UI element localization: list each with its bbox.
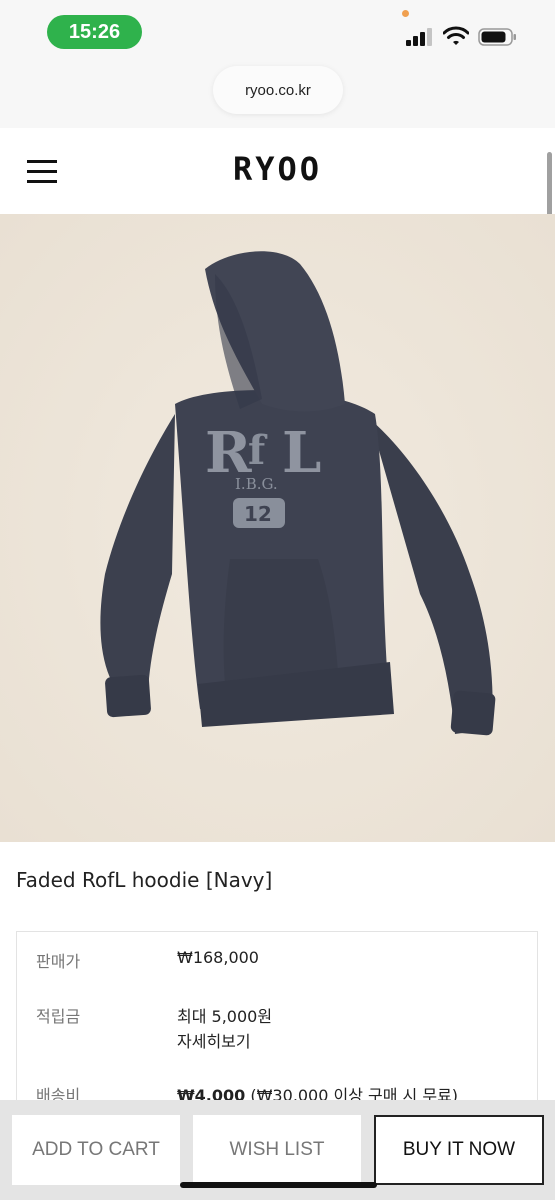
buy-it-now-button[interactable]: BUY IT NOW — [374, 1115, 544, 1185]
product-title: Faded RofL hoodie [Navy] — [16, 868, 273, 892]
home-indicator[interactable] — [180, 1182, 377, 1188]
status-time: 15:26 — [47, 15, 142, 49]
points-detail-link[interactable]: 자세히보기 — [177, 1028, 251, 1052]
status-bar: 15:26 — [0, 0, 555, 62]
wifi-icon — [443, 26, 469, 45]
battery-icon — [478, 28, 516, 46]
signal-icon — [406, 28, 432, 46]
price-value: ₩168,000 — [177, 948, 259, 967]
points-value: 최대 5,000원 — [177, 1007, 273, 1026]
site-logo[interactable]: RYOO — [0, 150, 555, 188]
svg-text:L: L — [282, 420, 321, 486]
privacy-indicator-dot — [402, 10, 409, 17]
wish-list-button[interactable]: WISH LIST — [193, 1115, 361, 1185]
price-label: 판매가 — [36, 952, 81, 971]
add-to-cart-button[interactable]: ADD TO CART — [12, 1115, 180, 1185]
product-image[interactable]: R f L I.B.G. 12 — [0, 214, 555, 842]
address-bar[interactable]: ryoo.co.kr — [213, 66, 343, 114]
svg-text:f: f — [248, 427, 268, 474]
svg-text:I.B.G.: I.B.G. — [235, 475, 278, 493]
hoodie-illustration: R f L I.B.G. 12 — [0, 214, 555, 842]
points-label: 적립금 — [36, 1007, 81, 1026]
svg-text:12: 12 — [244, 502, 272, 526]
site-header: RYOO — [0, 128, 555, 214]
browser-address-area: ryoo.co.kr — [0, 62, 555, 128]
